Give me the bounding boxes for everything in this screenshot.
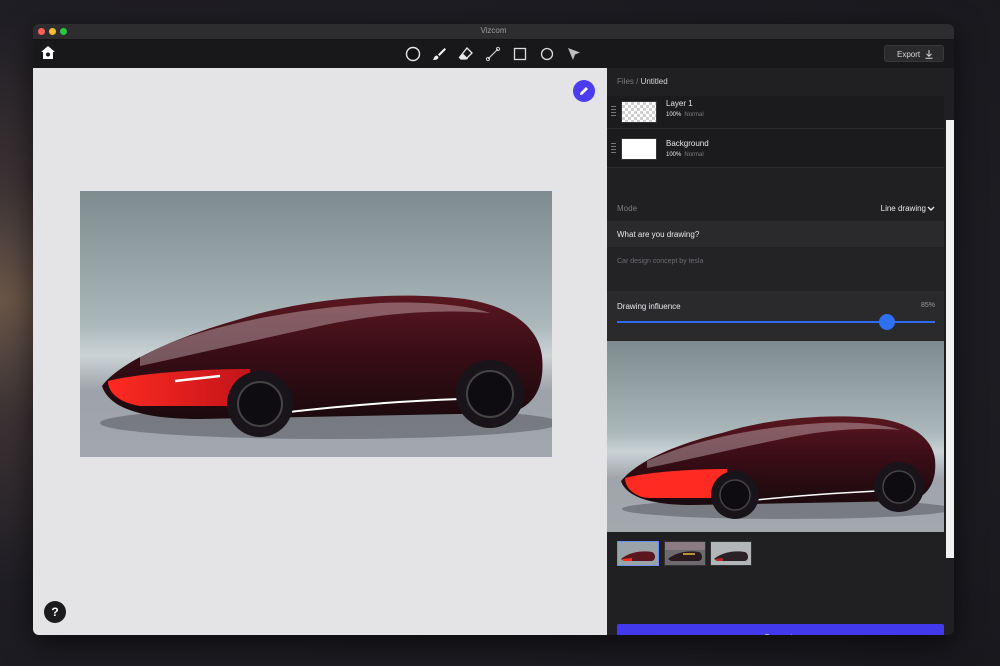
drag-handle-icon[interactable] bbox=[611, 143, 616, 153]
drawing-influence: Drawing influence 85% bbox=[607, 291, 944, 341]
drawing-canvas[interactable]: ? bbox=[33, 68, 607, 635]
chevron-down-icon[interactable] bbox=[927, 206, 935, 212]
layer-name: Layer 1 bbox=[666, 99, 693, 108]
eraser-icon[interactable] bbox=[458, 46, 474, 62]
prompt-input[interactable]: Car design concept by tesla bbox=[607, 247, 944, 291]
breadcrumb-separator: / bbox=[633, 77, 641, 86]
generated-preview[interactable] bbox=[607, 341, 944, 532]
layer-blend: Normal bbox=[684, 152, 704, 158]
breadcrumb-root[interactable]: Files bbox=[617, 77, 634, 86]
variation-thumbnail[interactable] bbox=[710, 541, 752, 566]
influence-label: Drawing influence bbox=[617, 302, 681, 311]
download-icon bbox=[925, 50, 933, 59]
line-icon[interactable] bbox=[485, 46, 501, 62]
title-bar: Vizcom bbox=[33, 24, 954, 40]
layer-row[interactable]: Background 100% Normal bbox=[607, 129, 944, 168]
arrow-pointer-icon[interactable] bbox=[566, 46, 582, 62]
prompt-text: Car design concept by tesla bbox=[617, 258, 704, 265]
slider-handle[interactable] bbox=[879, 314, 896, 330]
mode-value[interactable]: Line drawing bbox=[881, 204, 926, 213]
layer-opacity: 100% bbox=[666, 152, 682, 158]
influence-value: 85% bbox=[920, 302, 935, 309]
influence-slider[interactable] bbox=[617, 314, 935, 330]
export-button[interactable]: Export bbox=[884, 45, 944, 62]
breadcrumb: Files / Untitled bbox=[617, 77, 668, 86]
panel-scrollbar[interactable] bbox=[946, 120, 954, 558]
mode-select[interactable]: Mode Line drawing bbox=[607, 197, 944, 221]
home-icon[interactable] bbox=[40, 45, 56, 61]
app-window: Vizcom Export ? Files / Untitled Layer 1… bbox=[33, 24, 954, 635]
drag-handle-icon[interactable] bbox=[611, 106, 616, 116]
variation-thumbnail[interactable] bbox=[664, 541, 706, 566]
breadcrumb-current: Untitled bbox=[640, 77, 668, 86]
generate-button[interactable]: Generate bbox=[617, 624, 944, 635]
layer-thumbnail bbox=[621, 101, 657, 123]
variation-thumbnail[interactable] bbox=[617, 541, 659, 566]
side-panel: Files / Untitled Layer 1 100% Normal Back… bbox=[607, 68, 954, 635]
layer-meta: 100% Normal bbox=[666, 112, 704, 118]
circle-icon[interactable] bbox=[539, 46, 555, 62]
layer-blend: Normal bbox=[684, 112, 704, 118]
layer-name: Background bbox=[666, 139, 709, 148]
canvas-image[interactable] bbox=[80, 191, 552, 457]
layers-list: Layer 1 100% Normal Background 100% Normal bbox=[607, 96, 944, 168]
window-title: Vizcom bbox=[480, 26, 507, 35]
square-icon[interactable] bbox=[512, 46, 528, 62]
layer-row[interactable]: Layer 1 100% Normal bbox=[607, 96, 944, 129]
layer-meta: 100% Normal bbox=[666, 152, 704, 158]
circle-filled-icon[interactable] bbox=[405, 46, 421, 62]
layer-opacity: 100% bbox=[666, 112, 682, 118]
prompt-heading-text: What are you drawing? bbox=[617, 230, 700, 239]
help-button[interactable]: ? bbox=[44, 601, 66, 623]
mode-label: Mode bbox=[617, 204, 638, 213]
export-label: Export bbox=[897, 50, 921, 59]
toolbar: Export bbox=[33, 40, 954, 69]
prompt-heading: What are you drawing? bbox=[607, 221, 944, 247]
layer-thumbnail bbox=[621, 138, 657, 160]
edit-button[interactable] bbox=[573, 80, 595, 102]
brush-icon[interactable] bbox=[431, 46, 447, 62]
pencil-icon bbox=[580, 87, 588, 95]
